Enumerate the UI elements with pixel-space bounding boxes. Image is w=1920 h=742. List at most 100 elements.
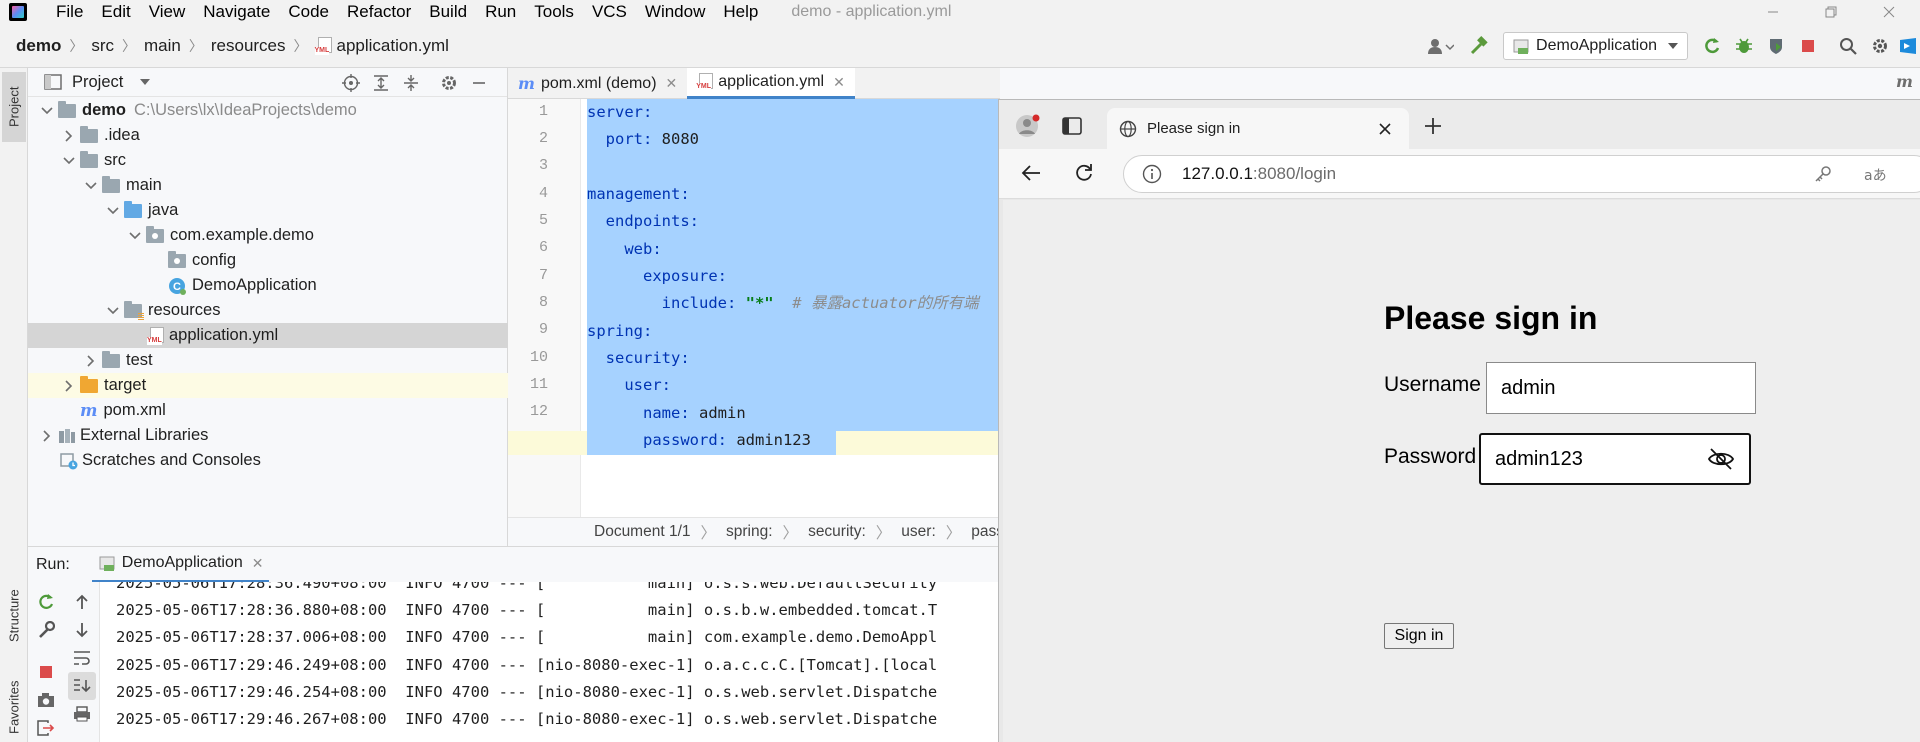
tree-node-src[interactable]: src (28, 148, 508, 173)
soft-wrap-button[interactable] (68, 644, 96, 672)
close-icon[interactable] (1379, 122, 1391, 135)
username-input[interactable]: admin (1486, 362, 1756, 414)
project-tool-tab[interactable]: Project (2, 72, 26, 142)
build-button[interactable] (1463, 30, 1495, 62)
console-output[interactable]: 2025-05-06T17:28:36.490+08:00 INFO 4700 … (100, 582, 1000, 742)
key-icon[interactable] (1814, 165, 1832, 183)
breadcrumb-application-yml[interactable]: application.yml (337, 36, 449, 56)
stop-button[interactable] (32, 658, 60, 686)
tree-node-test[interactable]: test (28, 348, 508, 373)
tree-node-application-yml[interactable]: application.yml (28, 323, 508, 348)
close-icon[interactable]: ✕ (666, 75, 678, 92)
debug-button[interactable] (1728, 30, 1760, 62)
favorites-tool-tab[interactable]: Favorites (2, 672, 26, 742)
close-icon[interactable]: ✕ (833, 74, 845, 91)
tab-actions-button[interactable] (1062, 117, 1082, 135)
info-icon[interactable] (1142, 164, 1162, 184)
hide-panel-icon[interactable] (470, 74, 488, 92)
scroll-up-button[interactable] (68, 588, 96, 616)
tree-node-demo[interactable]: demo C:\Users\lx\IdeaProjects\demo (28, 98, 508, 123)
breadcrumb-main[interactable]: main (144, 36, 181, 56)
password-input[interactable]: admin123 (1479, 433, 1751, 485)
menu-navigate[interactable]: Navigate (194, 2, 279, 22)
maven-tool-icon[interactable]: m (1896, 72, 1913, 91)
rerun-button[interactable] (1696, 30, 1728, 62)
close-window-button[interactable] (1866, 0, 1912, 24)
settings-button[interactable] (1864, 30, 1896, 62)
tree-node-config[interactable]: config (28, 248, 508, 273)
menu-build[interactable]: Build (420, 2, 476, 22)
run-settings-button[interactable] (32, 616, 60, 644)
breadcrumb-document[interactable]: Document 1/1 (594, 523, 691, 541)
breadcrumb-resources[interactable]: resources (211, 36, 286, 56)
chevron-down-icon[interactable] (60, 152, 78, 170)
run-configuration-select[interactable]: DemoApplication (1503, 32, 1688, 60)
breadcrumb-user[interactable]: user: (901, 523, 935, 541)
eye-slash-icon[interactable] (1707, 447, 1735, 471)
address-bar[interactable]: 127.0.0.1:8080/login aあ (1123, 155, 1920, 193)
menu-edit[interactable]: Edit (92, 2, 139, 22)
menu-run[interactable]: Run (476, 2, 525, 22)
chevron-down-icon[interactable] (104, 202, 122, 220)
chevron-down-icon[interactable] (126, 227, 144, 245)
tree-node-package[interactable]: com.example.demo (28, 223, 508, 248)
structure-tool-tab[interactable]: Structure (2, 576, 26, 656)
chevron-down-icon[interactable] (82, 177, 100, 195)
browser-tab-active[interactable]: Please sign in (1107, 108, 1409, 149)
stop-button[interactable] (1792, 30, 1824, 62)
translate-icon[interactable]: aあ (1864, 166, 1888, 184)
search-everywhere-button[interactable] (1832, 30, 1864, 62)
locate-file-icon[interactable] (342, 74, 360, 92)
code-editor[interactable]: 1 2 3 4 5 6 7 8 9 10 11 12 13 server: po… (508, 99, 1000, 517)
minimize-button[interactable] (1750, 0, 1796, 24)
chevron-right-icon[interactable] (60, 377, 78, 395)
menu-window[interactable]: Window (636, 2, 714, 22)
close-icon[interactable]: ✕ (252, 555, 264, 572)
breadcrumb-spring[interactable]: spring: (726, 523, 773, 541)
tree-node-demo-application[interactable]: C DemoApplication (28, 273, 508, 298)
menu-code[interactable]: Code (279, 2, 338, 22)
breadcrumb-password[interactable]: pass (971, 523, 1000, 541)
toolbox-button[interactable] (1896, 30, 1920, 62)
menu-view[interactable]: View (140, 2, 195, 22)
gear-icon[interactable] (440, 74, 458, 92)
tree-node-scratches[interactable]: Scratches and Consoles (28, 448, 508, 473)
chevron-right-icon[interactable] (60, 127, 78, 145)
project-panel-title[interactable]: Project (72, 73, 123, 92)
sign-in-button[interactable]: Sign in (1384, 623, 1454, 649)
menu-vcs[interactable]: VCS (583, 2, 636, 22)
collapse-all-icon[interactable] (402, 74, 420, 92)
tab-application-yml[interactable]: application.yml ✕ (687, 68, 855, 99)
tree-node-external-libraries[interactable]: External Libraries (28, 423, 508, 448)
menu-tools[interactable]: Tools (525, 2, 583, 22)
profile-avatar[interactable] (1015, 114, 1041, 140)
scroll-down-button[interactable] (68, 616, 96, 644)
expand-all-icon[interactable] (372, 74, 390, 92)
back-button[interactable] (1021, 164, 1041, 182)
tree-node-pom[interactable]: m pom.xml (28, 398, 508, 423)
breadcrumb-src[interactable]: src (91, 36, 114, 56)
breadcrumb-security[interactable]: security: (808, 523, 866, 541)
caret-down-icon[interactable] (139, 78, 151, 86)
reload-button[interactable] (1074, 163, 1094, 183)
chevron-down-icon[interactable] (104, 302, 122, 320)
rerun-button[interactable] (32, 588, 60, 616)
menu-help[interactable]: Help (714, 2, 767, 22)
tree-node-java[interactable]: java (28, 198, 508, 223)
tree-node-resources[interactable]: resources (28, 298, 508, 323)
exit-button[interactable] (32, 714, 60, 742)
dump-threads-button[interactable] (32, 686, 60, 714)
breadcrumb-demo[interactable]: demo (16, 36, 61, 56)
chevron-right-icon[interactable] (82, 352, 100, 370)
chevron-right-icon[interactable] (38, 427, 56, 445)
tab-pom-xml[interactable]: m pom.xml (demo) ✕ (508, 68, 687, 99)
menu-refactor[interactable]: Refactor (338, 2, 420, 22)
run-tab-demo-application[interactable]: DemoApplication ✕ (91, 547, 270, 583)
coverage-button[interactable] (1760, 30, 1792, 62)
restore-button[interactable] (1808, 0, 1854, 24)
tree-node-idea[interactable]: .idea (28, 123, 508, 148)
print-button[interactable] (68, 700, 96, 728)
scroll-to-end-button[interactable] (68, 672, 96, 700)
tree-node-main[interactable]: main (28, 173, 508, 198)
chevron-down-icon[interactable] (38, 102, 56, 120)
